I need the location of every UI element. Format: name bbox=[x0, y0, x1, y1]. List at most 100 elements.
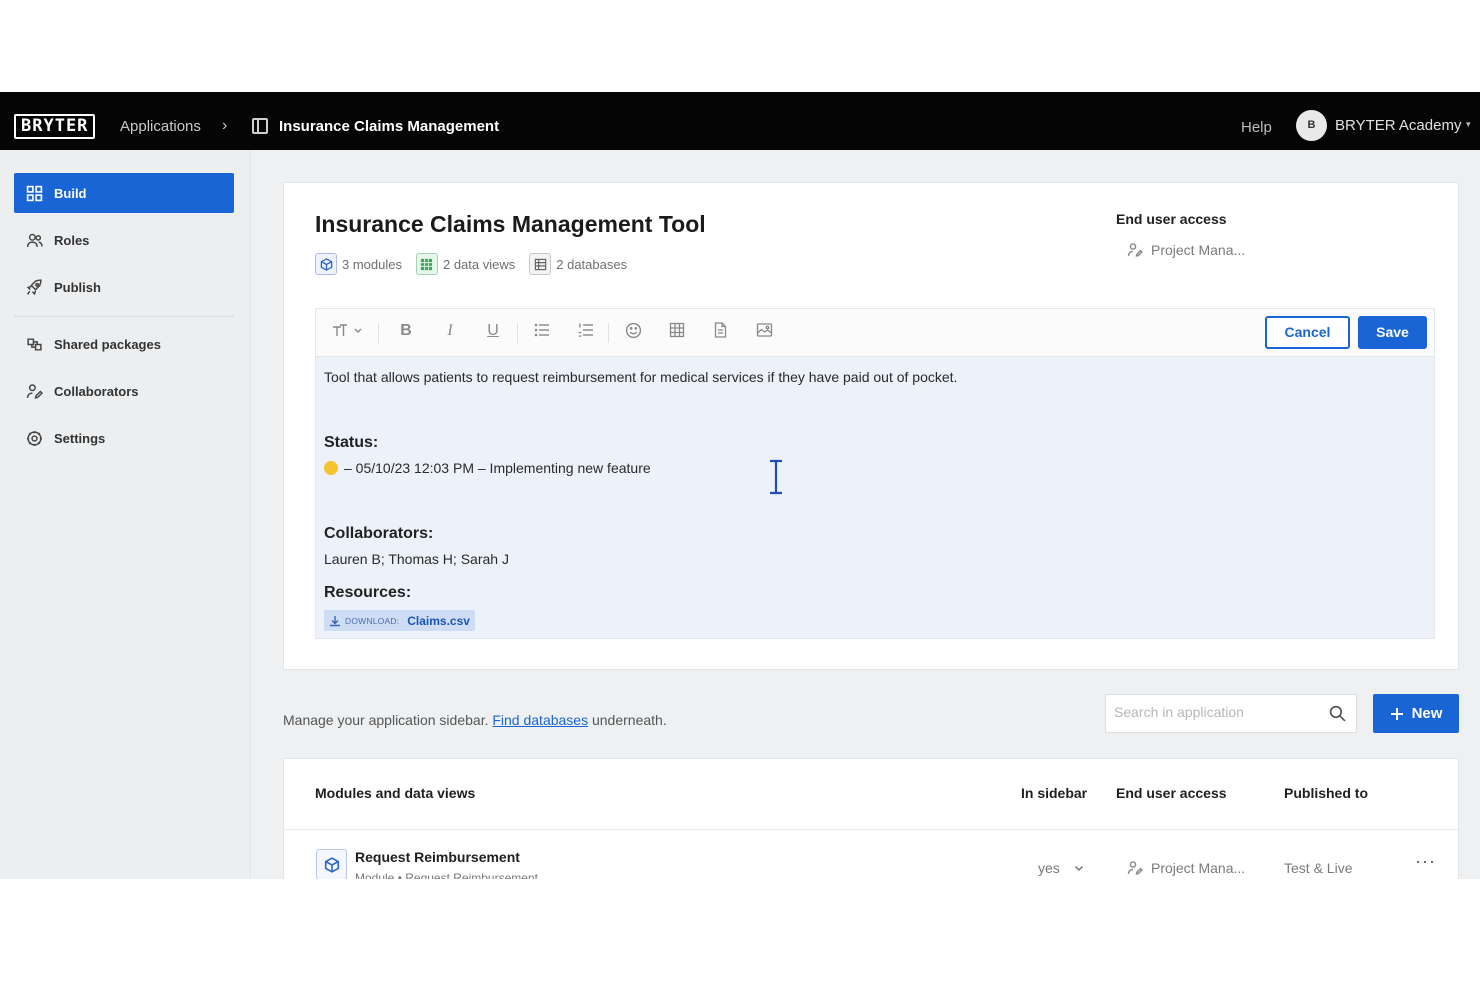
document-icon[interactable] bbox=[709, 322, 731, 343]
top-bar: BRYTER Applications › Insurance Claims M… bbox=[0, 92, 1480, 150]
sidebar: Build Roles Publish Shared packages Coll… bbox=[0, 150, 251, 879]
status-line: – 05/10/23 12:03 PM – Implementing new f… bbox=[324, 460, 651, 476]
column-header-modules: Modules and data views bbox=[315, 785, 476, 801]
modules-count-label: 3 modules bbox=[342, 256, 402, 272]
collaborators-heading: Collaborators: bbox=[324, 525, 434, 542]
modules-table: Modules and data views In sidebar End us… bbox=[283, 758, 1459, 879]
sidebar-item-label: Publish bbox=[54, 279, 101, 295]
bold-icon[interactable]: B bbox=[395, 322, 417, 340]
chevron-right-icon: › bbox=[222, 117, 228, 134]
new-button-label: New bbox=[1411, 705, 1443, 722]
status-yellow-icon bbox=[324, 461, 338, 475]
editor-toolbar: B I U Cancel Save bbox=[316, 309, 1434, 357]
toolbar-divider bbox=[517, 323, 518, 343]
bryter-logo[interactable]: BRYTER bbox=[14, 114, 96, 139]
description-editor[interactable]: B I U Cancel Save Tool that allows patie… bbox=[315, 308, 1435, 639]
databases-count[interactable]: 2 databases bbox=[529, 253, 627, 275]
application-overview-card: Insurance Claims Management Tool 3 modul… bbox=[283, 182, 1459, 670]
sidebar-divider bbox=[14, 316, 234, 317]
application-icon bbox=[252, 118, 268, 134]
download-icon bbox=[330, 615, 340, 626]
chevron-down-icon bbox=[1074, 865, 1083, 872]
sidebar-item-build[interactable]: Build bbox=[14, 173, 234, 213]
hint-text: Manage your application sidebar. bbox=[283, 712, 489, 728]
image-icon[interactable] bbox=[753, 322, 775, 343]
user-role-icon bbox=[1127, 861, 1143, 875]
end-user-access-label: End user access bbox=[1116, 211, 1227, 227]
help-link[interactable]: Help bbox=[1241, 119, 1272, 136]
modules-count[interactable]: 3 modules bbox=[315, 253, 402, 275]
download-filename: Claims.csv bbox=[407, 613, 470, 628]
toolbar-divider bbox=[608, 323, 609, 343]
gear-icon bbox=[27, 430, 42, 446]
sidebar-item-shared-packages[interactable]: Shared packages bbox=[14, 324, 234, 364]
toolbar-divider bbox=[378, 323, 379, 343]
numbered-list-icon[interactable] bbox=[575, 322, 597, 343]
collaborators-text: Lauren B; Thomas H; Sarah J bbox=[324, 551, 509, 567]
end-user-access-value[interactable]: Project Mana... bbox=[1127, 242, 1245, 258]
table-header-divider bbox=[284, 829, 1458, 830]
table-icon[interactable] bbox=[666, 322, 688, 343]
status-text: – 05/10/23 12:03 PM – Implementing new f… bbox=[344, 460, 651, 476]
sidebar-item-publish[interactable]: Publish bbox=[14, 267, 234, 307]
app-description: Tool that allows patients to request rei… bbox=[324, 369, 958, 385]
database-icon bbox=[529, 253, 552, 275]
breadcrumb-applications[interactable]: Applications bbox=[120, 118, 201, 135]
download-prefix: DOWNLOAD: bbox=[345, 615, 400, 626]
sidebar-item-label: Build bbox=[54, 185, 87, 201]
sidebar-item-collaborators[interactable]: Collaborators bbox=[14, 371, 234, 411]
status-heading: Status: bbox=[324, 434, 379, 451]
row-end-user-access[interactable]: Project Mana... bbox=[1127, 860, 1245, 876]
app-window: BRYTER Applications › Insurance Claims M… bbox=[0, 92, 1480, 879]
emoji-icon[interactable] bbox=[622, 322, 644, 344]
underline-icon[interactable]: U bbox=[482, 322, 504, 340]
row-end-user-access-text: Project Mana... bbox=[1151, 860, 1246, 876]
data-views-count-label: 2 data views bbox=[442, 256, 516, 272]
new-button[interactable]: New bbox=[1373, 694, 1459, 733]
text-size-icon bbox=[333, 324, 362, 336]
resources-heading: Resources: bbox=[324, 584, 412, 601]
column-header-in-sidebar: In sidebar bbox=[1021, 785, 1088, 801]
grid-icon bbox=[26, 185, 43, 201]
search-box bbox=[1105, 694, 1357, 733]
more-options-icon[interactable]: ··· bbox=[1415, 851, 1436, 872]
end-user-access-text: Project Mana... bbox=[1151, 242, 1246, 258]
data-view-icon bbox=[415, 253, 438, 275]
users-icon bbox=[26, 233, 43, 247]
search-input[interactable] bbox=[1114, 704, 1314, 720]
sidebar-item-label: Collaborators bbox=[54, 383, 139, 399]
account-menu[interactable]: BRYTER Academy bbox=[1335, 117, 1461, 134]
sidebar-manager-hint: Manage your application sidebar. Find da… bbox=[283, 712, 667, 728]
user-role-icon bbox=[1127, 243, 1143, 257]
module-icon bbox=[315, 253, 337, 275]
in-sidebar-value: yes bbox=[1038, 860, 1060, 876]
text-size-dropdown[interactable] bbox=[328, 322, 368, 341]
italic-icon[interactable]: I bbox=[439, 322, 461, 340]
bullet-list-icon[interactable] bbox=[531, 322, 553, 343]
download-link[interactable]: DOWNLOAD: Claims.csv bbox=[324, 610, 475, 631]
text-cursor-icon bbox=[770, 459, 782, 495]
avatar[interactable]: B bbox=[1296, 110, 1327, 141]
column-header-end-user-access: End user access bbox=[1116, 785, 1227, 801]
data-views-count[interactable]: 2 data views bbox=[415, 253, 516, 275]
cancel-button[interactable]: Cancel bbox=[1265, 316, 1350, 349]
row-subtitle: Module • Request Reimbursement bbox=[355, 871, 538, 879]
search-icon[interactable] bbox=[1329, 705, 1346, 722]
user-edit-icon bbox=[26, 383, 43, 399]
row-published-to: Test & Live bbox=[1284, 860, 1353, 876]
in-sidebar-select[interactable]: yes bbox=[1038, 860, 1084, 876]
sidebar-item-label: Roles bbox=[54, 232, 90, 248]
caret-down-icon[interactable]: ▾ bbox=[1466, 119, 1471, 130]
sidebar-item-settings[interactable]: Settings bbox=[14, 418, 234, 458]
page-title: Insurance Claims Management Tool bbox=[315, 211, 706, 237]
databases-count-label: 2 databases bbox=[556, 256, 628, 272]
sidebar-item-roles[interactable]: Roles bbox=[14, 220, 234, 260]
column-header-published-to: Published to bbox=[1284, 785, 1368, 801]
plus-icon bbox=[1390, 707, 1403, 720]
app-stats: 3 modules 2 data views 2 databases bbox=[315, 253, 627, 275]
save-button[interactable]: Save bbox=[1358, 316, 1427, 349]
rocket-icon bbox=[26, 278, 42, 295]
row-title[interactable]: Request Reimbursement bbox=[355, 849, 520, 865]
find-databases-link[interactable]: Find databases bbox=[492, 712, 588, 728]
sidebar-item-label: Settings bbox=[54, 430, 106, 446]
